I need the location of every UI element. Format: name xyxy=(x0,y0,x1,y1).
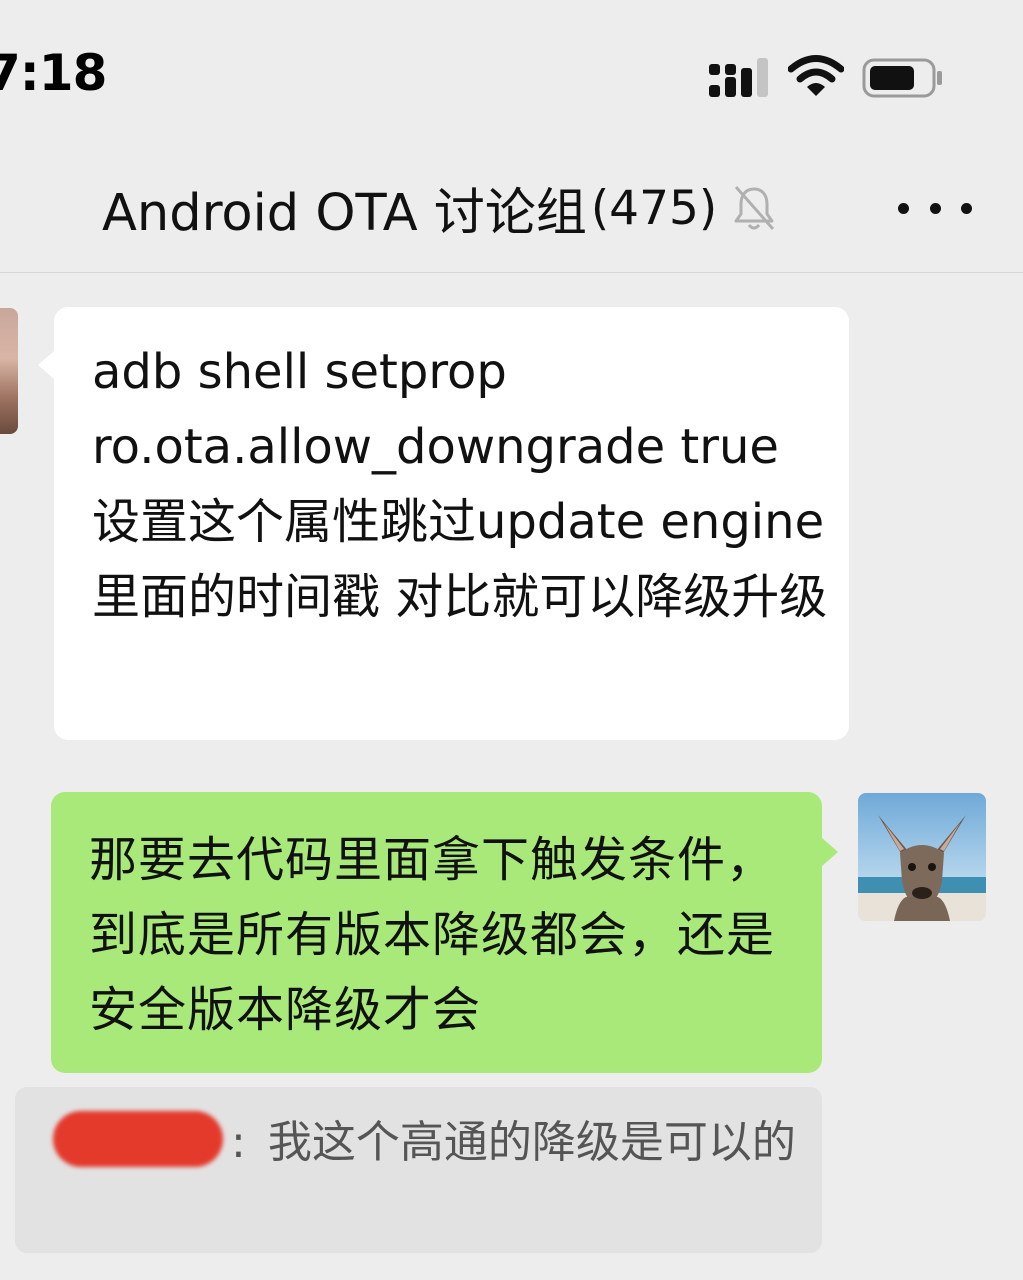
sender-avatar[interactable] xyxy=(0,308,18,434)
wifi-icon xyxy=(788,55,844,96)
chat-header: Android OTA 讨论组 (475) xyxy=(0,150,1023,273)
more-options-button[interactable] xyxy=(898,186,972,230)
chat-title: Android OTA 讨论组 xyxy=(102,184,587,243)
quoted-message[interactable]: : 我这个高通的降级是可以的 xyxy=(15,1087,822,1253)
bubble-tail xyxy=(38,351,54,379)
outgoing-message-bubble[interactable]: 那要去代码里面拿下触发条件，到底是所有版本降级都会，还是安全版本降级才会 xyxy=(51,792,838,1073)
chat-title-group[interactable]: Android OTA 讨论组 (475) xyxy=(102,176,777,243)
status-bar: 7:18 xyxy=(0,0,1023,150)
bell-slash-icon xyxy=(734,186,775,230)
message-text: 那要去代码里面拿下触发条件，到底是所有版本降级都会，还是安全版本降级才会 xyxy=(89,832,776,1038)
more-dots-icon xyxy=(898,202,909,214)
quote-content: 我这个高通的降级是可以的 xyxy=(267,1117,796,1168)
member-count: (475) xyxy=(590,180,718,236)
redacted-name xyxy=(53,1111,223,1167)
status-time: 7:18 xyxy=(0,44,107,102)
quote-separator: : xyxy=(231,1117,246,1168)
more-dot xyxy=(929,202,941,214)
signal-icon xyxy=(709,58,768,97)
message-text: adb shell setprop ro.ota.allow_downgrade… xyxy=(92,344,828,625)
my-avatar[interactable] xyxy=(858,793,986,921)
more-dot xyxy=(961,202,972,214)
bubble-tail xyxy=(822,838,838,866)
incoming-message-bubble[interactable]: adb shell setprop ro.ota.allow_downgrade… xyxy=(38,307,849,740)
battery-icon xyxy=(862,58,942,98)
quoted-message-text: : 我这个高通的降级是可以的 xyxy=(53,1111,803,1173)
